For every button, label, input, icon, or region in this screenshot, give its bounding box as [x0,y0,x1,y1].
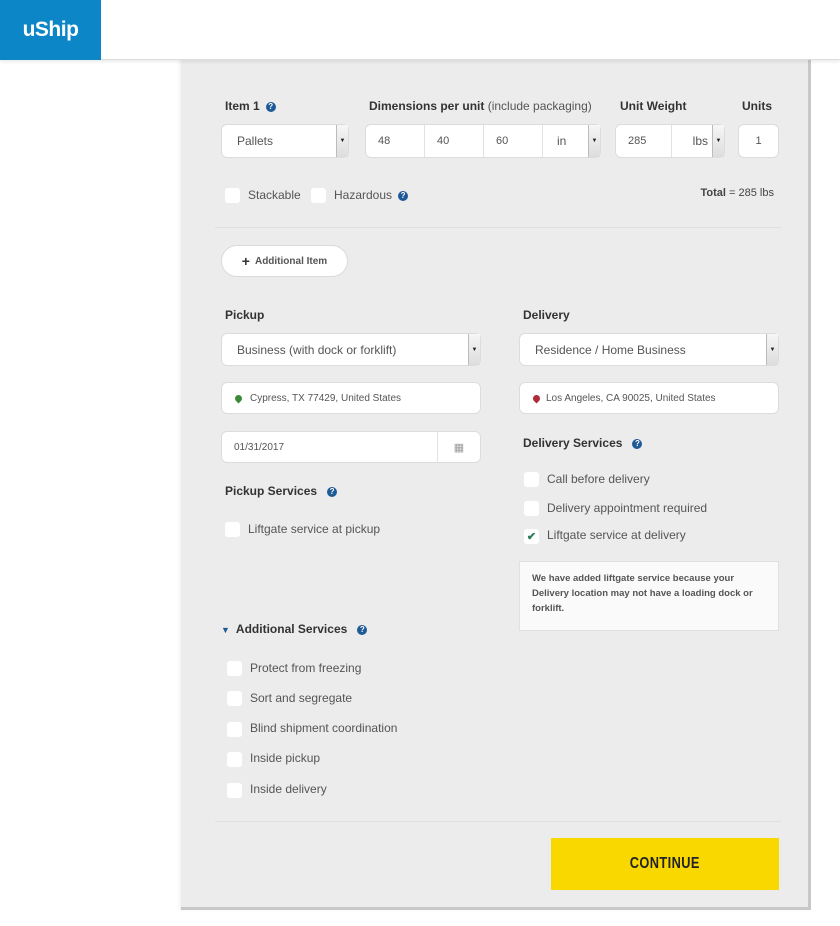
plus-icon: + [241,253,250,269]
item-type-select[interactable]: Pallets ▼ [221,124,349,158]
width-input[interactable]: 40 [425,125,484,157]
sort-segregate-checkbox[interactable] [227,691,242,706]
divider [215,227,781,228]
delivery-label: Delivery [523,308,570,322]
top-bar: uShip [0,0,840,60]
liftgate-notice: We have added liftgate service because y… [519,561,779,631]
units-label: Units [742,99,772,113]
logo[interactable]: uShip [0,0,101,60]
delivery-location-input[interactable]: Los Angeles, CA 90025, United States [519,382,779,414]
inside-pickup-checkbox[interactable] [227,752,242,767]
hazardous-checkbox[interactable] [311,188,326,203]
liftgate-pickup-label: Liftgate service at pickup [248,522,381,536]
delivery-appointment-label: Delivery appointment required [547,501,708,515]
help-icon[interactable]: ? [398,190,409,201]
weight-input[interactable]: 285 [616,125,672,157]
hazardous-label: Hazardous? [334,188,409,202]
inside-delivery-checkbox[interactable] [227,783,242,798]
dimensions-label: Dimensions per unit (include packaging) [369,99,592,113]
chevron-down-icon[interactable]: ▼ [336,125,348,157]
continue-button[interactable]: CONTINUE [551,838,779,890]
unit-weight-label: Unit Weight [620,99,687,113]
protect-freezing-label: Protect from freezing [250,661,362,675]
location-pin-icon [531,393,542,403]
length-input[interactable]: 48 [366,125,425,157]
liftgate-delivery-label: Liftgate service at delivery [547,528,686,542]
pickup-location-input[interactable]: Cypress, TX 77429, United States [221,382,481,414]
units-input[interactable]: 1 [738,124,779,158]
weight-group: 285 lbs ▼ [615,124,725,158]
pickup-date-group: 01/31/2017 ▦ [221,431,481,463]
stackable-label: Stackable [248,188,301,202]
inside-delivery-label: Inside delivery [250,782,327,796]
triangle-down-icon: ▼ [221,625,230,635]
checkmark-icon: ✔ [526,531,537,543]
call-before-delivery-label: Call before delivery [547,472,650,486]
delivery-appointment-checkbox[interactable] [524,501,539,516]
dim-unit-select[interactable]: in [543,125,590,157]
chevron-down-icon[interactable]: ▼ [588,125,600,157]
help-icon[interactable]: ? [265,101,276,112]
help-icon[interactable]: ? [327,486,338,497]
height-input[interactable]: 60 [484,125,543,157]
sort-segregate-label: Sort and segregate [250,691,353,705]
logo-text: uShip [22,18,79,41]
blind-shipment-checkbox[interactable] [227,722,242,737]
stackable-checkbox[interactable] [225,188,240,203]
delivery-type-select[interactable]: Residence / Home Business ▼ [519,333,779,366]
call-before-delivery-checkbox[interactable] [524,472,539,487]
pickup-type-select[interactable]: Business (with dock or forklift) ▼ [221,333,481,366]
help-icon[interactable]: ? [357,624,368,635]
pickup-label: Pickup [225,308,265,322]
chevron-down-icon[interactable]: ▼ [766,334,778,365]
delivery-services-label: Delivery Services? [523,436,643,450]
calendar-icon[interactable]: ▦ [438,441,480,454]
liftgate-pickup-checkbox[interactable] [225,522,240,537]
inside-pickup-label: Inside pickup [250,751,321,765]
location-pin-icon [233,393,244,403]
divider [215,821,781,822]
blind-shipment-label: Blind shipment coordination [250,721,398,735]
protect-freezing-checkbox[interactable] [227,661,242,676]
help-icon[interactable]: ? [632,438,643,449]
chevron-down-icon[interactable]: ▼ [468,334,480,365]
dimensions-group: 48 40 60 in ▼ [365,124,601,158]
chevron-down-icon[interactable]: ▼ [712,125,724,157]
additional-item-button[interactable]: + Additional Item [221,245,348,277]
pickup-services-label: Pickup Services? [225,484,338,498]
additional-services-toggle[interactable]: ▼ Additional Services? [221,622,368,636]
pickup-date-input[interactable]: 01/31/2017 [222,432,438,462]
total-weight: Total = 285 lbs [700,187,774,199]
weight-unit-select[interactable]: lbs [672,125,714,157]
shipment-form-panel: Item 1? Dimensions per unit (include pac… [181,60,811,910]
item-label: Item 1? [225,99,276,113]
liftgate-delivery-checkbox[interactable]: ✔ [524,529,539,544]
